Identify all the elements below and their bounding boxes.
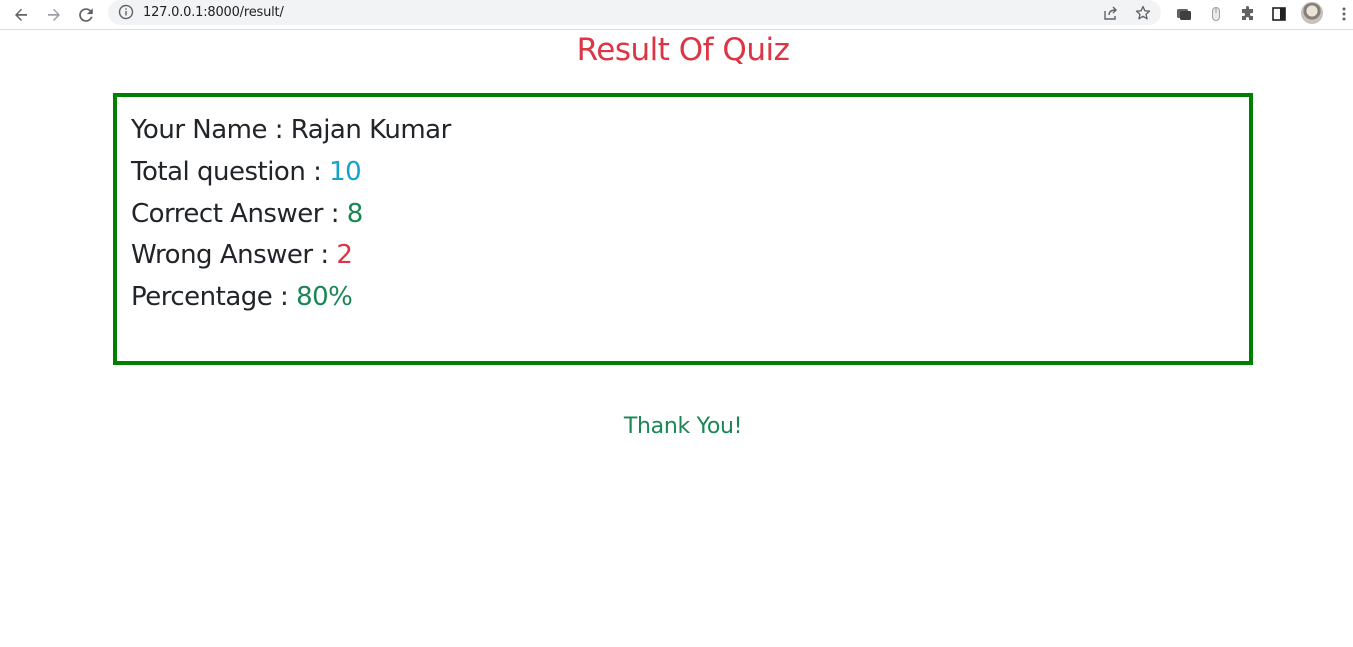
total-question-row: Total question : 10 [131, 157, 362, 187]
puzzle-icon[interactable] [1237, 3, 1259, 25]
name-value: Rajan Kumar [290, 115, 452, 145]
correct-answer-row: Correct Answer : 8 [131, 199, 363, 229]
total-question-value: 10 [329, 157, 362, 187]
address-bar[interactable]: 127.0.0.1:8000/result/ [108, 0, 1161, 25]
wrong-answer-label: Wrong Answer : [131, 240, 337, 270]
back-arrow-icon[interactable] [9, 3, 33, 27]
wrong-answer-value: 2 [336, 240, 353, 270]
side-panel-icon[interactable] [1268, 3, 1290, 25]
result-card: Your Name : Rajan Kumar Total question :… [113, 93, 1253, 365]
menu-dots-icon[interactable] [1333, 3, 1353, 25]
correct-answer-label: Correct Answer : [131, 199, 347, 229]
percentage-label: Percentage : [131, 282, 297, 312]
forward-arrow-icon[interactable] [42, 3, 66, 27]
profile-avatar[interactable] [1301, 2, 1323, 24]
share-icon[interactable] [1101, 3, 1121, 23]
browser-toolbar: 127.0.0.1:8000/result/ [0, 0, 1353, 30]
page-title: Result Of Quiz [576, 32, 790, 68]
thank-you-message: Thank You! [623, 414, 743, 439]
name-row: Your Name : Rajan Kumar [131, 115, 451, 145]
name-label: Your Name : [131, 115, 291, 145]
reload-icon[interactable] [74, 3, 98, 27]
info-icon[interactable] [118, 4, 134, 20]
correct-answer-value: 8 [346, 199, 364, 229]
mouse-extension-icon[interactable] [1205, 3, 1227, 25]
url-text[interactable]: 127.0.0.1:8000/result/ [143, 5, 284, 20]
star-icon[interactable] [1133, 3, 1153, 23]
percentage-value: 80% [296, 282, 353, 312]
extension-icon[interactable] [1173, 3, 1195, 25]
wrong-answer-row: Wrong Answer : 2 [131, 240, 353, 270]
total-question-label: Total question : [131, 157, 330, 187]
percentage-row: Percentage : 80% [131, 282, 353, 312]
